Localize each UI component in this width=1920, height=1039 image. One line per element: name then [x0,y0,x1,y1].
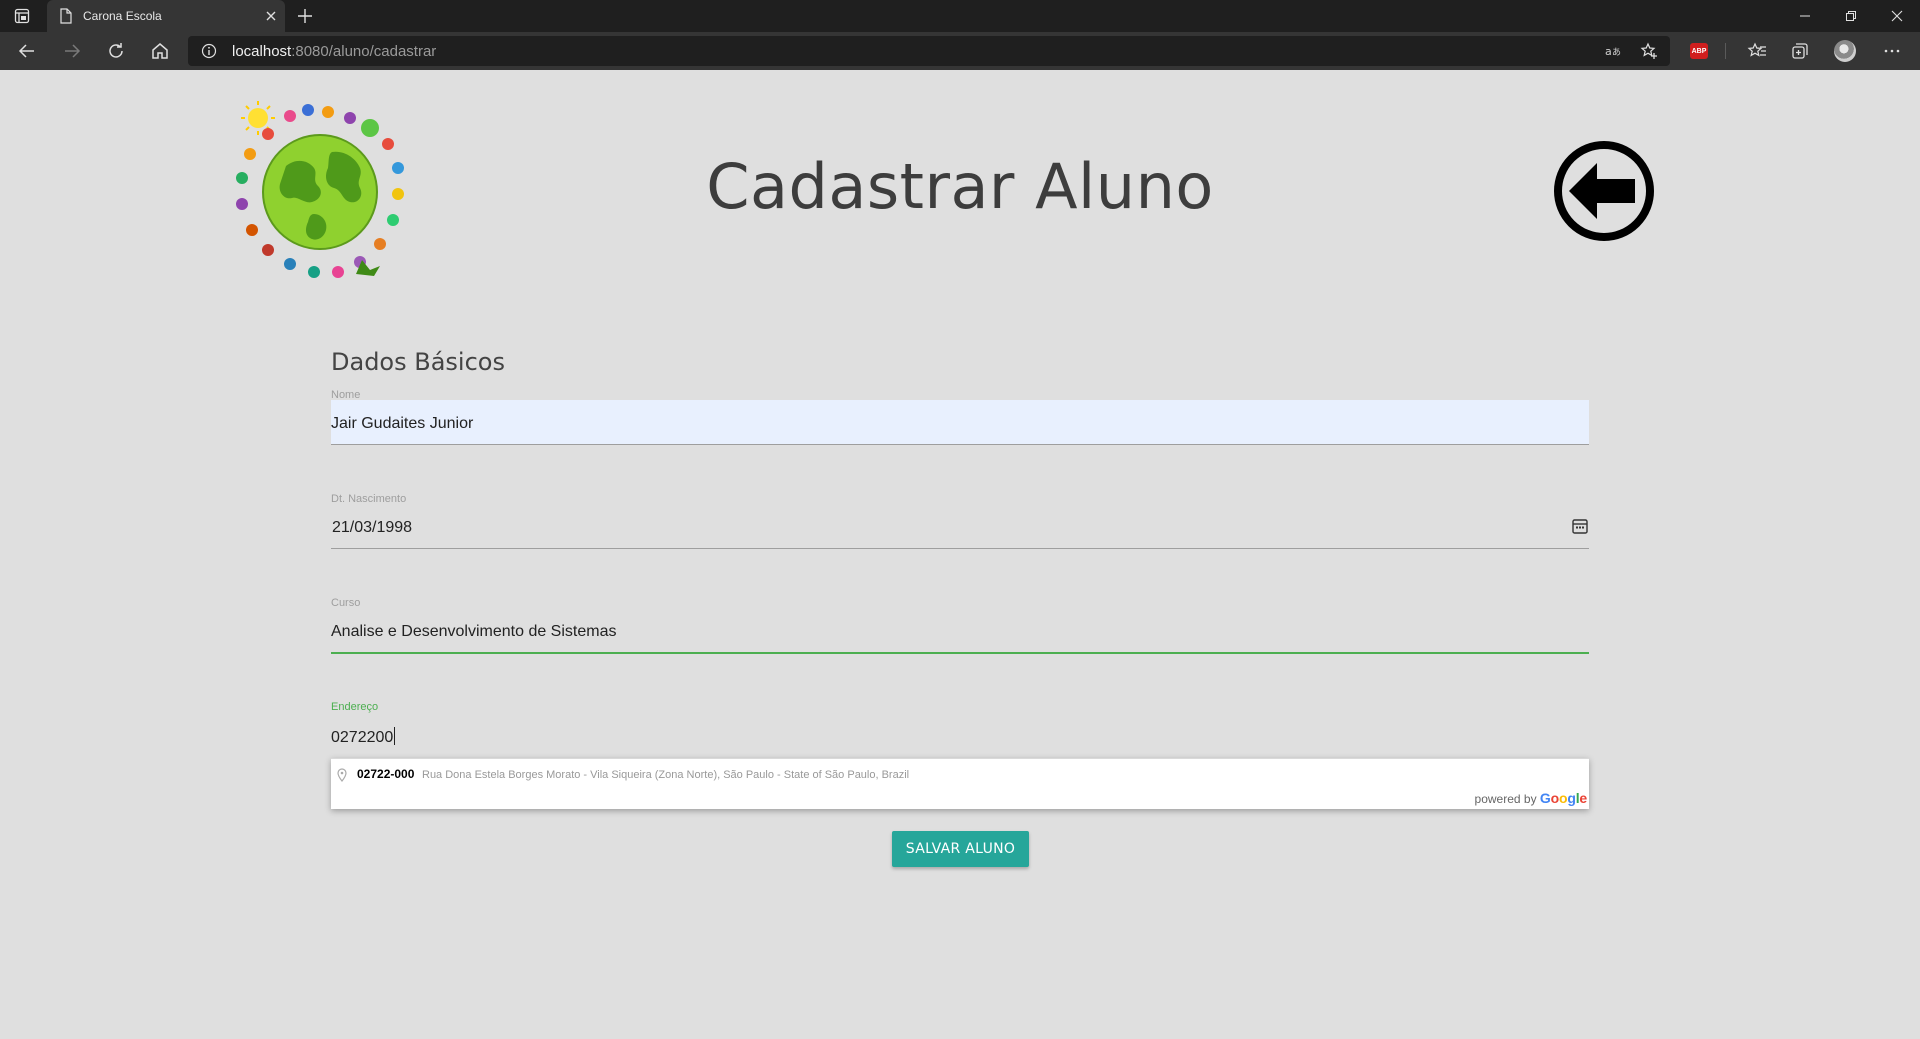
restore-icon [1846,11,1856,21]
profile-avatar[interactable] [1834,40,1856,62]
minimize-button[interactable] [1782,0,1828,32]
nome-input[interactable]: Jair Gudaites Junior [331,400,1589,445]
adblock-icon[interactable]: ABP [1690,43,1708,59]
read-aloud-icon[interactable]: a あ [1604,42,1622,60]
toolbar-divider [1725,43,1726,59]
google-logo: Google [1539,790,1587,806]
close-window-button[interactable] [1874,0,1920,32]
minimize-icon [1800,15,1810,17]
endereco-input[interactable]: 0272200 [331,712,1589,757]
section-title: Dados Básicos [331,348,505,376]
browser-tab-bar: Carona Escola [0,0,1920,32]
suggestion-main-text: 02722-000 [357,767,415,781]
page-title: Cadastrar Aluno [706,150,1214,223]
svg-text:a: a [1605,45,1612,58]
collections-icon[interactable] [1790,41,1810,61]
url-path: :8080/aluno/cadastrar [291,43,437,60]
favorites-icon[interactable] [1747,41,1767,61]
more-icon[interactable] [1882,41,1902,61]
tab-actions-icon[interactable] [14,8,30,24]
home-icon[interactable] [150,41,170,61]
url-host: localhost [232,43,292,60]
nascimento-input[interactable]: 21/03/1998 [331,504,1589,549]
browser-toolbar: localhost:8080/aluno/cadastrar a あ ABP [0,32,1920,70]
calendar-icon[interactable] [1571,517,1589,535]
text-caret [394,727,396,745]
favorite-add-icon[interactable] [1640,42,1658,60]
restore-button[interactable] [1828,0,1874,32]
svg-text:あ: あ [1612,47,1621,58]
suggestion-secondary-text: Rua Dona Estela Borges Morato - Vila Siq… [422,769,910,781]
back-arrow-icon[interactable] [17,41,37,61]
nascimento-value: 21/03/1998 [332,519,413,536]
powered-by-text: powered by [1474,792,1537,806]
back-arrow-button[interactable] [1553,140,1655,242]
address-bar[interactable]: localhost:8080/aluno/cadastrar a あ [188,36,1670,66]
url-text[interactable]: localhost:8080/aluno/cadastrar [232,43,436,60]
endereco-value: 0272200 [331,729,394,746]
nome-value: Jair Gudaites Junior [331,415,474,432]
close-icon[interactable] [263,8,279,24]
close-window-icon [1891,10,1903,22]
curso-input[interactable]: Analise e Desenvolvimento de Sistemas [331,608,1589,654]
plus-icon[interactable] [296,7,314,25]
address-suggestions-dropdown: 02722-000 Rua Dona Estela Borges Morato … [331,758,1589,809]
powered-by-google: powered by Google [1474,790,1588,806]
refresh-icon[interactable] [106,41,126,61]
endereco-value-wrap: 0272200 [331,727,396,747]
page-icon [60,8,72,24]
tab-title: Carona Escola [83,9,162,23]
browser-tab[interactable]: Carona Escola [47,0,285,32]
logo-globe-image [236,101,404,278]
map-pin-icon [337,768,347,782]
curso-value: Analise e Desenvolvimento de Sistemas [331,623,617,640]
forward-arrow-icon[interactable] [62,41,82,61]
info-icon[interactable] [201,43,217,59]
save-aluno-button[interactable]: SALVAR ALUNO [892,831,1029,867]
